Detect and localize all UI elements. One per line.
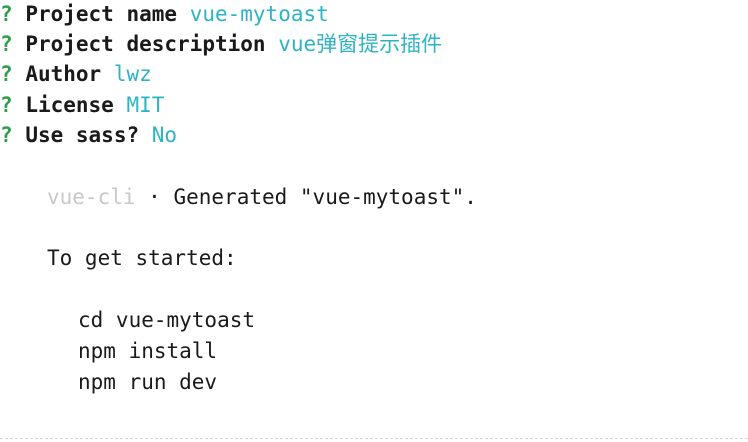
question-mark: ? xyxy=(0,93,13,117)
separator: · xyxy=(148,185,161,209)
prompt-label: Use sass? xyxy=(25,123,140,147)
prompt-project-name: ? Project name vue-mytoast xyxy=(0,0,329,28)
generated-text: Generated "vue-mytoast". xyxy=(173,185,477,209)
command-line: npm install xyxy=(78,339,218,363)
command-line: cd vue-mytoast xyxy=(78,308,256,332)
question-mark: ? xyxy=(0,32,13,56)
instructions-heading: To get started: xyxy=(47,246,237,270)
command-line: npm run dev xyxy=(78,370,218,394)
prompt-use-sass: ? Use sass? No xyxy=(0,121,177,149)
prompt-answer: vue-mytoast xyxy=(189,2,329,26)
tool-name: vue-cli xyxy=(47,185,136,209)
prompt-answer: No xyxy=(151,123,178,147)
prompt-label: Author xyxy=(25,62,102,86)
terminal-output: ? Project name vue-mytoast ? Project des… xyxy=(0,0,748,442)
prompt-author: ? Author lwz xyxy=(0,60,152,88)
prompt-license: ? License MIT xyxy=(0,91,164,119)
prompt-answer: lwz xyxy=(113,62,152,86)
prompt-answer: MIT xyxy=(126,93,165,117)
prompt-answer: vue弹窗提示插件 xyxy=(278,32,443,56)
question-mark: ? xyxy=(0,62,13,86)
generated-message: vue-cli · Generated "vue-mytoast". xyxy=(47,183,477,211)
question-mark: ? xyxy=(0,123,13,147)
prompt-label: Project name xyxy=(25,2,178,26)
terminal-bottom-edge xyxy=(0,438,748,439)
question-mark: ? xyxy=(0,2,13,26)
prompt-label: License xyxy=(25,93,114,117)
prompt-label: Project description xyxy=(25,32,266,56)
prompt-project-description: ? Project description vue弹窗提示插件 xyxy=(0,30,442,58)
